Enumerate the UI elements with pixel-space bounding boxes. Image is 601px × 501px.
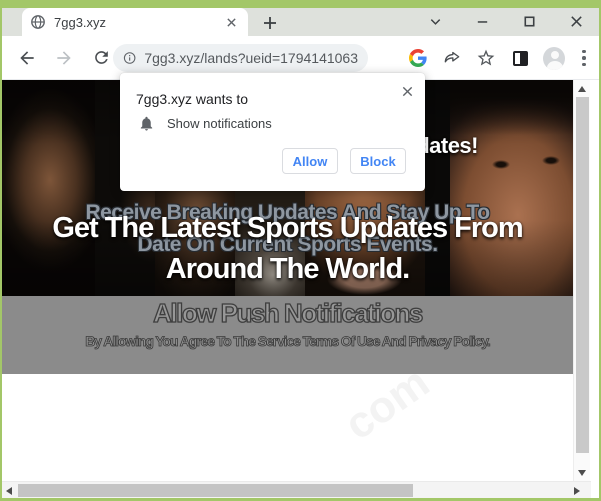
forward-button[interactable] [52,46,76,70]
close-icon [569,14,584,29]
side-panel-button[interactable] [509,47,531,69]
headline-main-line2: Around The World. [2,253,573,286]
dialog-close-button[interactable] [399,83,415,99]
browser-tab[interactable]: 7gg3.xyz [22,8,248,36]
tab-strip: 7gg3.xyz [2,8,599,36]
permission-request-text: Show notifications [167,116,272,131]
scroll-down-arrow[interactable] [578,470,586,476]
avatar-icon [543,47,565,70]
allow-button[interactable]: Allow [282,148,338,174]
side-panel-icon [513,51,528,66]
tab-title: 7gg3.xyz [54,15,222,30]
block-button[interactable]: Block [350,148,406,174]
page-blank-area: com [2,374,573,481]
share-icon [442,48,462,68]
window-controls [427,13,585,30]
close-icon [226,17,237,28]
globe-icon [30,14,46,30]
plus-icon [262,15,278,31]
window-maximize-button[interactable] [521,13,538,30]
profile-button[interactable] [543,47,565,69]
window-chevron-button[interactable] [427,13,444,30]
bookmark-star-button[interactable] [475,47,497,69]
share-button[interactable] [441,47,463,69]
url-text: 7gg3.xyz/lands?ueid=1794141063 [144,50,358,66]
toolbar-actions [407,36,591,80]
horizontal-scrollbar-thumb[interactable] [18,484,413,497]
minimize-icon [475,14,490,29]
bell-icon [138,115,155,132]
maximize-icon [522,14,537,29]
reload-button[interactable] [89,46,113,70]
google-g-icon [409,49,427,67]
horizontal-scrollbar[interactable] [2,481,591,498]
back-arrow-icon [17,48,37,68]
headline-main-line1: Get The Latest Sports Updates From [2,212,573,245]
info-icon[interactable] [123,50,136,66]
tab-close-button[interactable] [222,13,240,31]
notification-permission-dialog: 7gg3.xyz wants to Show notifications All… [120,73,425,191]
close-icon [401,85,414,98]
google-g-button[interactable] [407,47,429,69]
window-minimize-button[interactable] [474,13,491,30]
new-tab-button[interactable] [260,13,280,33]
push-banner: Allow Push Notifications By Allowing You… [2,296,573,374]
dialog-title: 7gg3.xyz wants to [136,91,248,107]
watermark-text: com [336,374,439,450]
reload-icon [92,48,111,67]
star-icon [476,48,496,68]
browser-menu-button[interactable] [577,47,591,69]
address-bar[interactable]: 7gg3.xyz/lands?ueid=1794141063 [113,44,368,72]
scroll-left-arrow[interactable] [6,487,12,495]
back-button[interactable] [15,46,39,70]
browser-app: 7gg3.xyz [2,8,599,498]
browser-window: 7gg3.xyz [0,0,601,501]
vertical-scrollbar-thumb[interactable] [576,97,589,453]
scroll-up-arrow[interactable] [578,86,586,92]
banner-title: Allow Push Notifications [2,298,573,329]
forward-arrow-icon [54,48,74,68]
vertical-scrollbar[interactable] [573,80,590,481]
banner-subtitle: By Allowing You Agree To The Service Ter… [2,333,573,349]
scroll-right-arrow[interactable] [574,487,580,495]
chevron-down-icon [428,14,443,29]
kebab-menu-icon [582,50,586,54]
window-close-button[interactable] [568,13,585,30]
